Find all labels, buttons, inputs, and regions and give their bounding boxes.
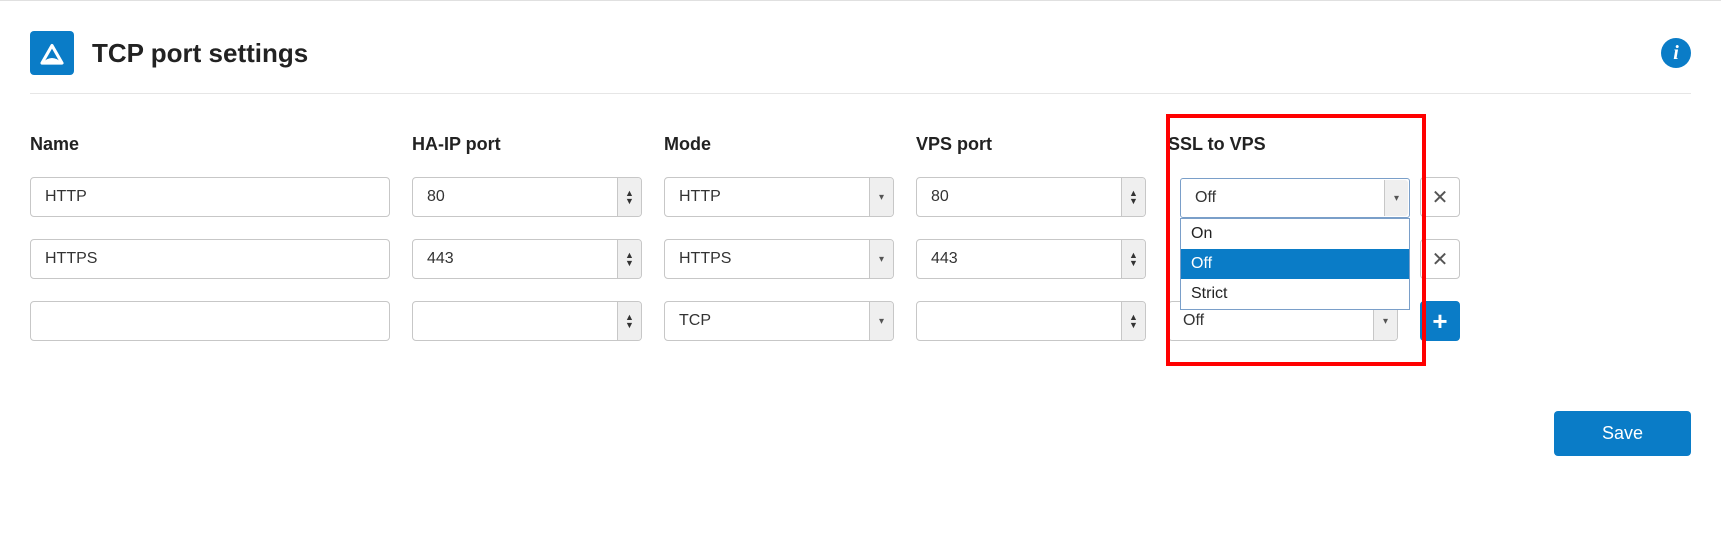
page-header: TCP port settings i: [30, 31, 1691, 75]
name-input[interactable]: [30, 301, 390, 341]
save-button[interactable]: Save: [1554, 411, 1691, 456]
ssl-option-off[interactable]: Off: [1181, 249, 1409, 279]
app-icon: [30, 31, 74, 75]
ssl-select-open[interactable]: Off ▾: [1180, 178, 1410, 218]
vps-port-input[interactable]: [916, 239, 1146, 279]
vps-port-input[interactable]: [916, 301, 1146, 341]
plus-icon: +: [1432, 306, 1447, 337]
mode-select[interactable]: [664, 177, 894, 217]
ssl-dropdown-list[interactable]: On Off Strict: [1180, 218, 1410, 310]
settings-table: Name HA-IP port Mode VPS port SSL to VPS…: [30, 134, 1691, 341]
close-icon: ✕: [1432, 247, 1449, 272]
mode-select[interactable]: [664, 301, 894, 341]
close-icon: ✕: [1432, 185, 1449, 210]
info-icon[interactable]: i: [1661, 38, 1691, 68]
haip-port-input[interactable]: [412, 301, 642, 341]
haip-port-input[interactable]: [412, 239, 642, 279]
col-header-haip-port: HA-IP port: [412, 134, 642, 155]
col-header-mode: Mode: [664, 134, 894, 155]
add-row-button[interactable]: +: [1420, 301, 1460, 341]
ssl-select-value: Off: [1195, 189, 1216, 207]
mode-select[interactable]: [664, 239, 894, 279]
page-title: TCP port settings: [92, 38, 308, 69]
name-input[interactable]: [30, 239, 390, 279]
name-input[interactable]: [30, 177, 390, 217]
col-header-ssl: SSL to VPS: [1168, 134, 1398, 155]
ssl-option-on[interactable]: On: [1181, 219, 1409, 249]
remove-row-button[interactable]: ✕: [1420, 177, 1460, 217]
chevron-down-icon: ▾: [1384, 180, 1408, 216]
col-header-name: Name: [30, 134, 390, 155]
haip-port-input[interactable]: [412, 177, 642, 217]
remove-row-button[interactable]: ✕: [1420, 239, 1460, 279]
ssl-option-strict[interactable]: Strict: [1181, 279, 1409, 309]
col-header-vps-port: VPS port: [916, 134, 1146, 155]
vps-port-input[interactable]: [916, 177, 1146, 217]
header-divider: [30, 93, 1691, 94]
